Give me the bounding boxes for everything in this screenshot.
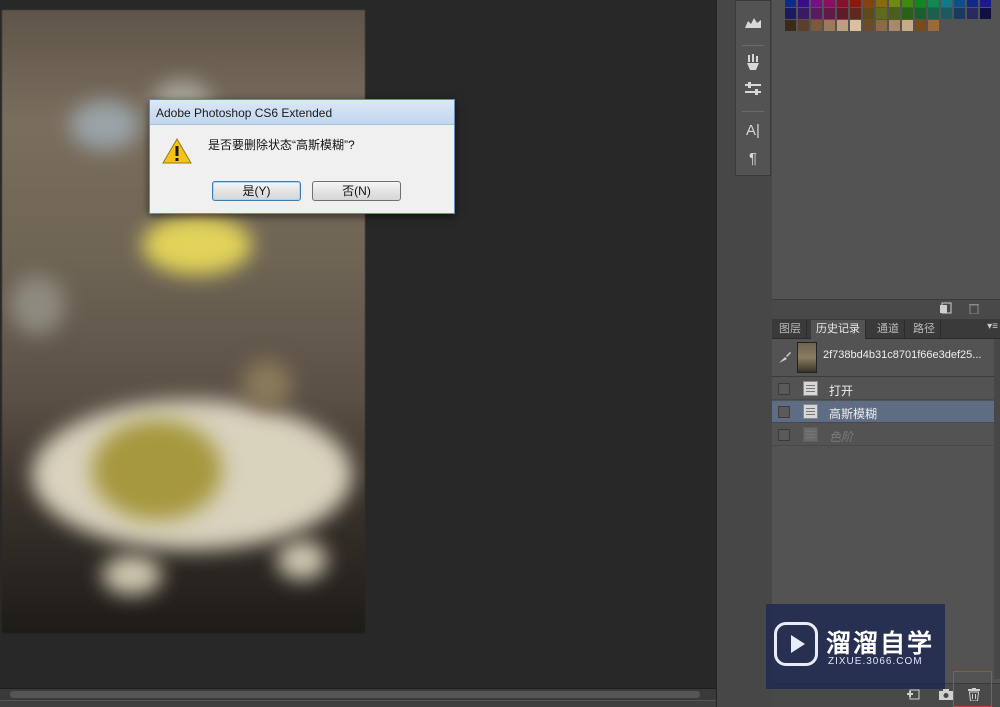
color-swatch[interactable] xyxy=(863,20,874,31)
document-icon xyxy=(803,381,818,396)
color-swatch[interactable] xyxy=(824,0,835,7)
color-swatch[interactable] xyxy=(811,0,822,7)
color-swatch[interactable] xyxy=(863,0,874,7)
color-swatch[interactable] xyxy=(837,8,848,19)
dialog-titlebar[interactable]: Adobe Photoshop CS6 Extended xyxy=(150,100,454,125)
color-swatch[interactable] xyxy=(980,0,991,7)
color-swatch[interactable] xyxy=(798,0,809,7)
history-state-label: 色阶 xyxy=(829,430,854,444)
color-swatch[interactable] xyxy=(954,8,965,19)
document-icon xyxy=(803,404,818,419)
history-state-open[interactable]: 打开 xyxy=(772,378,994,400)
color-swatch[interactable] xyxy=(915,8,926,19)
color-swatch[interactable] xyxy=(902,20,913,31)
color-swatch[interactable] xyxy=(889,20,900,31)
collapsed-panel-icons: A| ¶ xyxy=(735,0,771,176)
color-swatch[interactable] xyxy=(876,8,887,19)
color-swatch[interactable] xyxy=(967,8,978,19)
color-swatch[interactable] xyxy=(915,0,926,7)
right-panel-column: 图层 历史记录 通道 路径 ▾≡ 2f738bd4b31c8701f66e3de… xyxy=(772,0,1000,707)
color-swatch[interactable] xyxy=(798,8,809,19)
color-swatch[interactable] xyxy=(928,20,939,31)
delete-swatch-icon[interactable] xyxy=(966,302,982,318)
history-state-label: 高斯模糊 xyxy=(829,407,878,421)
color-swatch[interactable] xyxy=(850,8,861,19)
camera-icon[interactable] xyxy=(938,688,954,704)
color-swatch[interactable] xyxy=(785,0,796,7)
panel-tab-bar: 图层 历史记录 通道 路径 ▾≡ xyxy=(772,319,1000,339)
watermark-url: ZIXUE.3066.COM xyxy=(828,656,923,667)
separator xyxy=(742,45,764,46)
color-swatch[interactable] xyxy=(876,0,887,7)
no-button[interactable]: 否(N) xyxy=(312,181,401,201)
history-brush-checkbox[interactable] xyxy=(778,429,790,441)
panel-dock-strip: A| ¶ xyxy=(716,0,772,707)
confirm-dialog: Adobe Photoshop CS6 Extended 是否要删除状态“高斯模… xyxy=(149,99,455,214)
paragraph-icon[interactable]: ¶ xyxy=(736,147,770,171)
play-logo-icon xyxy=(774,622,818,666)
color-swatch[interactable] xyxy=(889,8,900,19)
color-swatch[interactable] xyxy=(941,0,952,7)
color-swatch[interactable] xyxy=(915,20,926,31)
snapshot-name: 2f738bd4b31c8701f66e3def25... xyxy=(823,349,982,361)
color-swatch[interactable] xyxy=(902,0,913,7)
character-icon[interactable]: A| xyxy=(736,119,770,143)
adjustments-icon[interactable] xyxy=(736,81,770,105)
levels-icon[interactable] xyxy=(736,13,770,37)
history-brush-checkbox[interactable] xyxy=(778,406,790,418)
panel-menu-icon[interactable]: ▾≡ xyxy=(987,321,998,332)
color-swatch[interactable] xyxy=(941,8,952,19)
dialog-body: 是否要删除状态“高斯模糊”? 是(Y) 否(N) xyxy=(150,125,454,213)
history-state-levels[interactable]: 色阶 xyxy=(772,424,994,446)
color-swatch[interactable] xyxy=(902,8,913,19)
color-swatch[interactable] xyxy=(850,20,861,31)
color-swatch[interactable] xyxy=(876,20,887,31)
swatches-panel xyxy=(772,0,1000,40)
color-swatch[interactable] xyxy=(980,8,991,19)
dialog-title: Adobe Photoshop CS6 Extended xyxy=(156,106,333,120)
color-swatch[interactable] xyxy=(824,8,835,19)
color-swatch[interactable] xyxy=(798,20,809,31)
color-swatch[interactable] xyxy=(928,0,939,7)
history-state-gaussian-blur[interactable]: 高斯模糊 xyxy=(772,401,994,423)
history-brush-source-icon[interactable] xyxy=(778,350,792,367)
color-swatch[interactable] xyxy=(967,0,978,7)
color-swatch[interactable] xyxy=(863,8,874,19)
new-swatch-icon[interactable] xyxy=(938,302,954,318)
watermark: 溜溜自学 ZIXUE.3066.COM xyxy=(766,604,945,689)
scrollbar-thumb[interactable] xyxy=(10,691,700,698)
color-swatch[interactable] xyxy=(850,0,861,7)
color-swatch[interactable] xyxy=(954,0,965,7)
tab-layers[interactable]: 图层 xyxy=(774,320,807,339)
color-swatch[interactable] xyxy=(928,8,939,19)
color-swatch[interactable] xyxy=(811,8,822,19)
color-swatch[interactable] xyxy=(811,20,822,31)
tab-paths[interactable]: 路径 xyxy=(908,320,941,339)
swatches-footer xyxy=(772,299,1000,319)
trash-highlight-box xyxy=(953,671,992,707)
history-brush-checkbox[interactable] xyxy=(778,383,790,395)
color-swatch[interactable] xyxy=(785,8,796,19)
warning-icon xyxy=(162,138,192,164)
tab-channels[interactable]: 通道 xyxy=(872,320,905,339)
yes-button[interactable]: 是(Y) xyxy=(212,181,301,201)
snapshot-thumbnail xyxy=(797,342,817,373)
photoshop-window: A| ¶ 图层 历史记录 通道 路径 ▾≡ 2f738bd4b31c8701f6… xyxy=(0,0,1000,707)
separator xyxy=(742,111,764,112)
new-document-from-state-icon[interactable] xyxy=(906,688,922,704)
history-state-label: 打开 xyxy=(829,384,854,398)
history-scrollbar[interactable] xyxy=(994,339,1000,679)
color-swatch[interactable] xyxy=(824,20,835,31)
brush-settings-icon[interactable] xyxy=(736,53,770,77)
history-snapshot[interactable]: 2f738bd4b31c8701f66e3def25... xyxy=(772,339,994,377)
color-swatch[interactable] xyxy=(889,0,900,7)
color-swatch[interactable] xyxy=(837,0,848,7)
document-icon xyxy=(803,427,818,442)
dialog-message: 是否要删除状态“高斯模糊”? xyxy=(208,138,355,152)
color-swatch[interactable] xyxy=(785,20,796,31)
horizontal-scrollbar[interactable] xyxy=(0,688,716,700)
tab-history[interactable]: 历史记录 xyxy=(811,320,866,339)
watermark-title: 溜溜自学 xyxy=(826,630,935,658)
color-swatch[interactable] xyxy=(837,20,848,31)
